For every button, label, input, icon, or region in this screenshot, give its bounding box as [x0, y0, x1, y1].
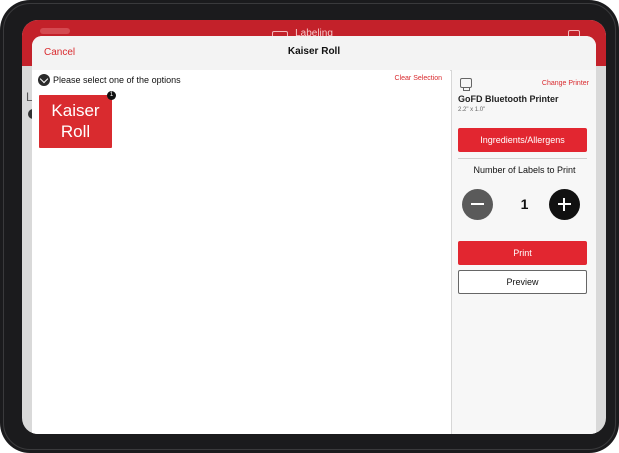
tablet-frame: Labeling L Cancel Kaiser Roll Please sel…: [0, 0, 619, 453]
print-settings-panel: Change Printer GoFD Bluetooth Printer 2.…: [451, 70, 596, 434]
kaiser-roll-option-button[interactable]: Kaiser Roll: [39, 95, 112, 148]
kaiser-roll-modal: Cancel Kaiser Roll Please select one of …: [32, 36, 596, 434]
options-panel: Please select one of the options Clear S…: [32, 70, 450, 434]
kaiser-roll-option-label: Kaiser Roll: [39, 100, 112, 142]
printer-name: GoFD Bluetooth Printer: [458, 94, 559, 104]
chevron-down-icon[interactable]: [38, 74, 50, 86]
screen: Labeling L Cancel Kaiser Roll Please sel…: [22, 20, 606, 434]
minus-icon[interactable]: [462, 189, 493, 220]
printer-size: 2.2" x 1.0": [458, 107, 486, 113]
ingredients-allergens-button[interactable]: Ingredients/Allergens: [458, 128, 587, 152]
option-label-line-1: Kaiser: [51, 101, 100, 120]
option-label-line-2: Roll: [60, 122, 91, 141]
modal-title: Kaiser Roll: [287, 46, 341, 57]
labels-count-title: Number of Labels to Print: [473, 165, 576, 175]
section-divider: [458, 158, 587, 159]
clear-selection-button[interactable]: Clear Selection: [395, 75, 442, 82]
preview-button[interactable]: Preview: [458, 270, 587, 294]
selection-count-badge: 1: [107, 91, 116, 100]
labels-count-value: 1: [520, 196, 529, 212]
printer-icon: [460, 78, 472, 91]
options-prompt: Please select one of the options: [53, 75, 181, 85]
modal-header: Cancel Kaiser Roll: [32, 36, 596, 71]
change-printer-button[interactable]: Change Printer: [542, 80, 589, 87]
print-button[interactable]: Print: [458, 241, 587, 265]
options-header: Please select one of the options Clear S…: [38, 74, 442, 86]
plus-icon[interactable]: [549, 189, 580, 220]
